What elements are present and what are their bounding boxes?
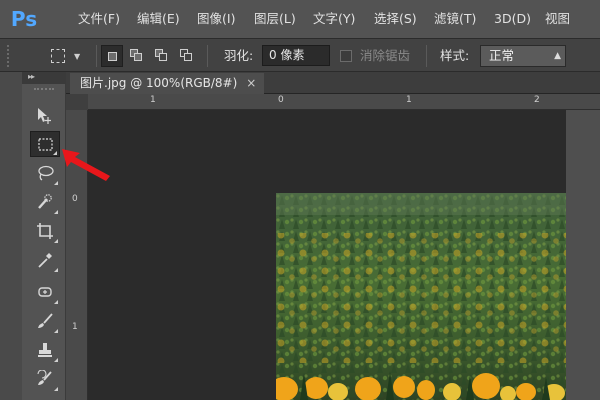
- tool-preset-picker[interactable]: ▼: [48, 45, 90, 67]
- menu-3d[interactable]: 3D(D): [494, 0, 531, 38]
- close-icon[interactable]: ×: [246, 76, 256, 90]
- photoshop-logo: Ps: [10, 7, 38, 31]
- tool-flyout-indicator: [54, 387, 58, 391]
- document-tab-title: 图片.jpg @ 100%(RGB/8#): [80, 76, 238, 90]
- menu-image[interactable]: 图像(I): [197, 0, 235, 38]
- tool-flyout-indicator: [54, 210, 58, 214]
- crop-tool-icon[interactable]: [30, 218, 60, 244]
- tool-flyout-indicator: [54, 268, 58, 272]
- tool-flyout-indicator: [53, 151, 57, 155]
- menu-type[interactable]: 文字(Y): [313, 0, 355, 38]
- collapse-panel-icon[interactable]: ▸▸: [28, 72, 35, 81]
- ruler-label: 1: [72, 322, 78, 332]
- annotation-arrow-icon: [62, 149, 110, 181]
- ruler-label: 0: [72, 194, 78, 204]
- spot-healing-tool-icon[interactable]: [30, 279, 60, 305]
- menu-layer[interactable]: 图层(L): [254, 0, 296, 38]
- tool-flyout-indicator: [54, 239, 58, 243]
- feather-input[interactable]: 0 像素: [262, 45, 330, 66]
- options-bar-grip[interactable]: [7, 45, 12, 67]
- options-divider: [426, 45, 427, 67]
- style-select-value: 正常: [489, 48, 515, 63]
- left-panel-gutter: [0, 72, 22, 400]
- ruler-label: 2: [534, 95, 540, 105]
- document-tab[interactable]: 图片.jpg @ 100%(RGB/8#) ×: [70, 73, 265, 94]
- right-panel-edge: [566, 110, 600, 400]
- menu-filter[interactable]: 滤镜(T): [434, 0, 476, 38]
- toolbox-grip[interactable]: [34, 88, 54, 92]
- options-divider: [207, 45, 208, 67]
- menu-view[interactable]: 视图: [545, 0, 570, 38]
- ruler-label: 0: [278, 95, 284, 105]
- add-to-selection-icon[interactable]: [126, 45, 148, 67]
- menu-bar: Ps 文件(F) 编辑(E) 图像(I) 图层(L) 文字(Y) 选择(S) 滤…: [0, 0, 600, 38]
- document-image[interactable]: [276, 193, 566, 400]
- move-tool-icon[interactable]: [30, 103, 60, 129]
- menu-select[interactable]: 选择(S): [374, 0, 417, 38]
- antialias-checkbox[interactable]: [340, 50, 352, 62]
- options-bar: ▼ 羽化: 0 像素 消除锯齿 样式: 正常 ▲▼: [0, 38, 600, 81]
- feather-label: 羽化:: [224, 48, 254, 63]
- tool-flyout-indicator: [54, 329, 58, 333]
- rect-marquee-icon: [51, 49, 65, 63]
- ruler-label: 1: [150, 95, 156, 105]
- lasso-tool-icon[interactable]: [30, 160, 60, 186]
- intersect-selection-icon[interactable]: [176, 45, 198, 67]
- menu-file[interactable]: 文件(F): [78, 0, 120, 38]
- tool-flyout-indicator: [54, 358, 58, 362]
- horizontal-ruler[interactable]: 1 0 1 2: [88, 94, 600, 110]
- dropdown-arrow-icon: ▼: [74, 52, 81, 61]
- antialias-label: 消除锯齿: [360, 48, 411, 63]
- brush-tool-icon[interactable]: [30, 308, 60, 334]
- new-selection-icon[interactable]: [101, 45, 123, 67]
- ruler-origin[interactable]: [66, 94, 88, 110]
- ruler-label: 1: [406, 95, 412, 105]
- menu-edit[interactable]: 编辑(E): [137, 0, 180, 38]
- history-brush-tool-icon[interactable]: [30, 366, 60, 392]
- options-divider: [96, 45, 97, 67]
- style-label: 样式:: [440, 48, 470, 63]
- quick-selection-tool-icon[interactable]: [30, 189, 60, 215]
- style-select[interactable]: 正常 ▲▼: [480, 45, 566, 81]
- clone-stamp-tool-icon[interactable]: [30, 337, 60, 363]
- rect-marquee-tool-icon[interactable]: [30, 131, 60, 157]
- eyedropper-tool-icon[interactable]: [30, 247, 60, 273]
- subtract-from-selection-icon[interactable]: [151, 45, 173, 67]
- tool-flyout-indicator: [54, 300, 58, 304]
